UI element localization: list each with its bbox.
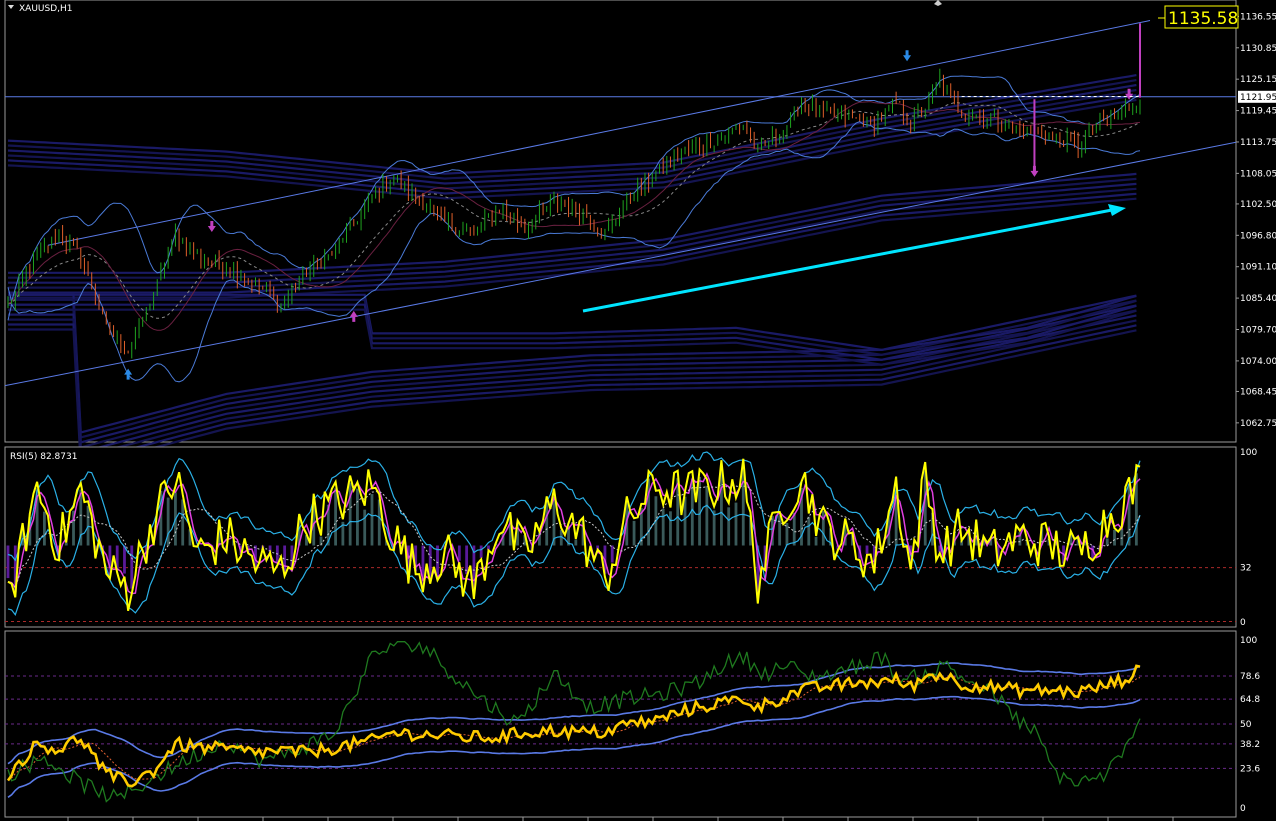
histogram-bar [669, 511, 672, 546]
histogram-bar [807, 516, 811, 546]
histogram-bar [457, 545, 461, 561]
price-box-label: 1135.58 [1168, 9, 1238, 29]
histogram-bar [661, 508, 665, 546]
stochastic-tick-label: 100 [1240, 636, 1257, 646]
histogram-bar [86, 505, 90, 546]
time-axis [67, 817, 1174, 821]
histogram-bar [705, 485, 709, 546]
current-price-label: 1121.95 [1240, 93, 1276, 103]
histogram-bar [720, 468, 723, 546]
histogram-bar [632, 520, 636, 546]
histogram-bar [356, 488, 359, 546]
price-tick-label: 1091.10 [1240, 263, 1276, 273]
stochastic-tick-label: 64.8 [1240, 695, 1260, 705]
histogram-bar [123, 545, 126, 574]
trading-chart[interactable]: XAUUSD,H1 1136.551130.851125.151119.4511… [0, 0, 1276, 821]
histogram-bar [814, 536, 818, 546]
stochastic-axis: 100 78.6 64.8 50 38.2 23.6 0 [1240, 636, 1260, 814]
oscillator-tick-label: 0 [1240, 618, 1246, 628]
price-tick-label: 1130.85 [1240, 44, 1276, 54]
stochastic-tick-label: 78.6 [1240, 672, 1260, 682]
histogram-bar [712, 510, 716, 546]
histogram-bar [64, 542, 68, 546]
price-tick-label: 1119.45 [1240, 107, 1276, 117]
price-tick-label: 1102.50 [1240, 200, 1276, 210]
oscillator-title: RSI(5) 82.8731 [10, 452, 77, 462]
current-price-tag: 1121.95 [1238, 90, 1276, 103]
price-tick-label: 1096.80 [1240, 231, 1276, 241]
price-tick-label: 1068.45 [1240, 387, 1276, 397]
histogram-bar [734, 502, 738, 546]
stochastic-tick-label: 0 [1240, 804, 1246, 814]
histogram-bar [1120, 528, 1124, 546]
stochastic-tick-label: 38.2 [1240, 740, 1260, 750]
histogram-bar [6, 545, 10, 579]
stochastic-tick-label: 23.6 [1240, 764, 1260, 774]
histogram-bar [574, 539, 578, 546]
price-tick-label: 1113.75 [1240, 138, 1276, 148]
price-tick-label: 1079.70 [1240, 326, 1276, 336]
oscillator-axis: 100 32 0 [1240, 448, 1257, 628]
price-tick-label: 1074.00 [1240, 357, 1276, 367]
oscillator-tick-label: 100 [1240, 448, 1257, 458]
histogram-bar [479, 545, 483, 558]
price-axis: 1136.55 1130.85 1125.15 1119.45 1113.75 1108.… [1236, 12, 1276, 429]
histogram-bar [370, 494, 374, 546]
histogram-bar [181, 499, 185, 546]
histogram-bar [792, 512, 796, 546]
stochastic-tick-label: 50 [1240, 720, 1252, 730]
chart-title: XAUUSD,H1 [19, 4, 73, 14]
histogram-bar [865, 545, 869, 554]
price-tick-label: 1062.75 [1240, 419, 1276, 429]
price-tick-label: 1108.05 [1240, 169, 1276, 179]
histogram-bar [363, 509, 367, 546]
histogram-bar [42, 511, 46, 546]
histogram-bar [778, 515, 782, 546]
histogram-bar [334, 488, 337, 546]
price-tick-label: 1125.15 [1240, 75, 1276, 85]
histogram-bar [1113, 529, 1116, 546]
price-box: 1135.58 [1158, 5, 1239, 29]
oscillator-tick-label: 32 [1240, 564, 1251, 574]
histogram-bar [130, 545, 134, 589]
histogram-bar [727, 507, 731, 546]
price-tick-label: 1136.55 [1240, 12, 1276, 22]
price-tick-label: 1085.40 [1240, 294, 1276, 304]
